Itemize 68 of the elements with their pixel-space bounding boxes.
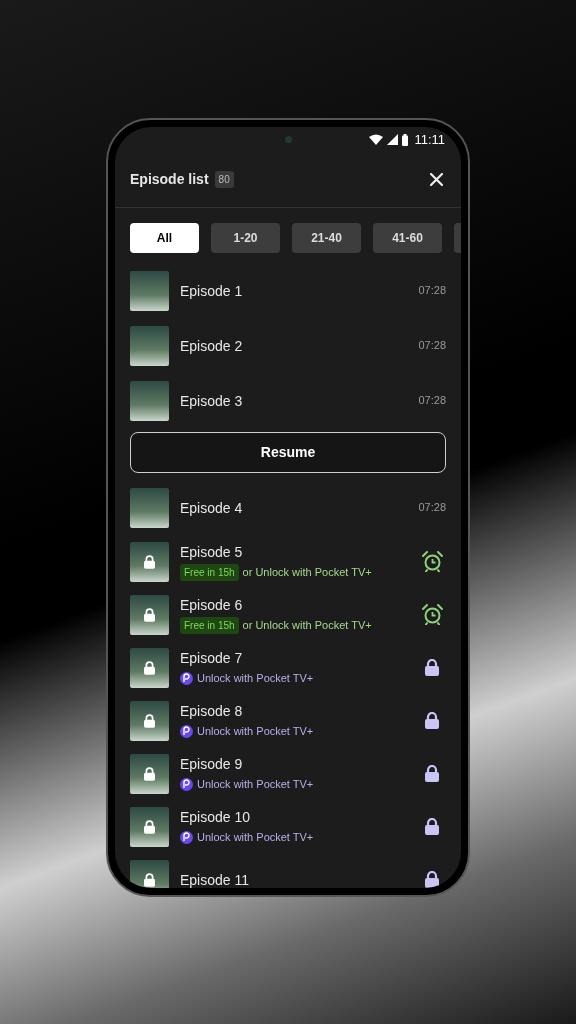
unlock-text: or Unlock with Pocket TV+ [242, 617, 372, 633]
episode-title: Episode 2 [180, 336, 244, 355]
sheet-title: Episode list [130, 170, 209, 189]
episode-count-badge: 80 [214, 171, 234, 188]
episode-duration: 07:28 [418, 393, 446, 409]
lock-icon [425, 818, 439, 835]
lock-icon [425, 871, 439, 888]
photo-placeholder [130, 487, 169, 528]
episode-title: Episode 10 [180, 807, 252, 826]
filter-chip[interactable]: 41-60 [373, 223, 442, 253]
episode-duration: 07:28 [418, 283, 446, 299]
photo-placeholder [130, 325, 169, 366]
lock-icon [144, 607, 155, 622]
alarm-clock-icon [421, 604, 443, 625]
episode-title: Episode 6 [180, 595, 244, 614]
filter-chip[interactable]: 1-20 [211, 223, 280, 253]
chat-bubble-icon [180, 671, 193, 685]
lock-icon [144, 713, 155, 728]
lock-icon [425, 659, 439, 676]
episode-row[interactable]: Episode 1 07:28 [130, 263, 446, 318]
episode-row[interactable]: Episode 8 Unlock with Pocket TV+ [130, 694, 446, 747]
filter-chip[interactable]: 21-40 [292, 223, 361, 253]
signal-icon [387, 134, 399, 145]
episode-row[interactable]: Episode 5 Free in 15h or Unlock with Pocket TV+ [130, 535, 446, 588]
free-timer-badge: Free in 15h [180, 616, 239, 634]
unlock-text: Unlock with Pocket TV+ [197, 776, 314, 792]
episode-row[interactable]: Episode 2 07:28 [130, 318, 446, 373]
resume-button[interactable]: Resume [130, 432, 446, 473]
episode-title: Episode 4 [180, 498, 244, 517]
episode-title: Episode 11 [180, 870, 250, 888]
wifi-icon [369, 134, 384, 145]
episode-row[interactable]: Episode 7 Unlock with Pocket TV+ [130, 641, 446, 694]
episode-title: Episode 1 [180, 281, 244, 300]
alarm-clock-icon [421, 551, 443, 572]
chat-bubble-icon [180, 777, 193, 791]
battery-icon [402, 133, 409, 146]
unlock-text: or Unlock with Pocket TV+ [242, 564, 372, 580]
close-icon [429, 173, 443, 186]
episode-row[interactable]: Episode 3 07:28 [130, 373, 446, 428]
episode-title: Episode 9 [180, 754, 244, 773]
lock-icon [144, 872, 155, 887]
episode-row[interactable]: Episode 6 Free in 15h or Unlock with Pocket TV+ [130, 588, 446, 641]
chat-bubble-icon [180, 830, 193, 844]
episode-title: Episode 5 [180, 542, 244, 561]
episode-row[interactable]: Episode 10 Unlock with Pocket TV+ [130, 800, 446, 853]
episode-duration: 07:28 [418, 500, 446, 516]
lock-icon [144, 766, 155, 781]
episode-row[interactable]: Episode 11 [130, 853, 446, 888]
episode-row[interactable]: Episode 4 07:28 [130, 480, 446, 535]
filter-chip[interactable]: All [130, 223, 199, 253]
chat-bubble-icon [180, 724, 193, 738]
episode-title: Episode 7 [180, 648, 244, 667]
lock-icon [425, 765, 439, 782]
unlock-text: Unlock with Pocket TV+ [197, 723, 314, 739]
photo-placeholder [130, 270, 169, 311]
free-timer-badge: Free in 15h [180, 563, 239, 581]
episode-row[interactable]: Episode 9 Unlock with Pocket TV+ [130, 747, 446, 800]
lock-icon [144, 819, 155, 834]
episode-duration: 07:28 [418, 338, 446, 354]
photo-placeholder [130, 380, 169, 421]
unlock-text: Unlock with Pocket TV+ [197, 829, 314, 845]
lock-icon [425, 712, 439, 729]
lock-icon [144, 554, 155, 569]
episode-title: Episode 3 [180, 391, 244, 410]
status-time: 11:11 [414, 130, 445, 149]
episode-title: Episode 8 [180, 701, 244, 720]
unlock-text: Unlock with Pocket TV+ [197, 670, 314, 686]
lock-icon [144, 660, 155, 675]
